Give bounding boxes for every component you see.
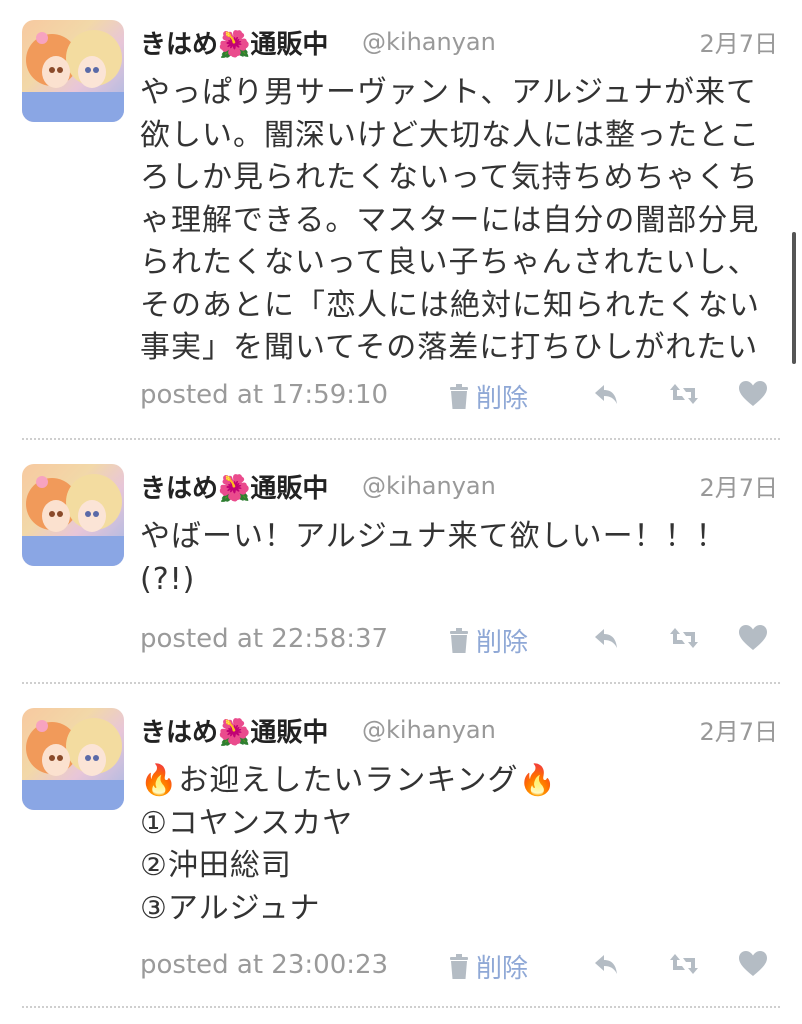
tweet-text: やっぱり男サーヴァント、アルジュナが来て 欲しい。闇深いけど大切な人には整ったと… — [140, 72, 776, 370]
delete-label: 削除 — [476, 628, 529, 658]
reply-icon — [595, 955, 617, 974]
user-handle[interactable]: @kihanyan — [362, 28, 496, 56]
reply-icon — [595, 629, 617, 648]
trash-icon — [450, 953, 468, 979]
like-button[interactable] — [738, 380, 768, 412]
avatar-image — [22, 718, 124, 810]
divider — [22, 682, 780, 684]
tweet-header: きはめ🌺通販中 @kihanyan 2月7日 — [140, 22, 778, 62]
tweet-text-line: られたくないって良い子ちゃんされたいし、 — [140, 245, 759, 280]
retweet-button[interactable] — [668, 950, 700, 982]
retweet-button[interactable] — [668, 380, 700, 412]
tweet-meta: posted at 22:58:37 削除 — [140, 620, 778, 660]
tweet-text-line: ①コヤンスカヤ — [140, 805, 354, 841]
tweet-header: きはめ🌺通販中 @kihanyan 2月7日 — [140, 466, 778, 506]
tweet-text-line: 事実」を聞いてその落差に打ちひしがれたい — [140, 330, 759, 365]
delete-button[interactable]: 削除 — [448, 378, 528, 415]
delete-button[interactable]: 削除 — [448, 622, 528, 659]
tweet-meta: posted at 23:00:23 削除 — [140, 946, 778, 986]
delete-button[interactable]: 削除 — [448, 948, 528, 985]
tweet-text-line: そのあとに「恋人には絶対に知られたくない — [140, 287, 760, 323]
user-handle[interactable]: @kihanyan — [362, 472, 496, 500]
reply-button[interactable] — [592, 380, 620, 412]
heart-icon — [739, 951, 767, 976]
delete-label: 削除 — [476, 954, 529, 984]
tweet-text-line: (?!) — [140, 561, 196, 597]
display-name[interactable]: きはめ🌺通販中 — [140, 468, 328, 505]
posted-timestamp: posted at 23:00:23 — [140, 950, 389, 980]
tweet-text: やばーい！アルジュナ来て欲しいー！！！ (?!) — [140, 516, 776, 601]
tweet-header: きはめ🌺通販中 @kihanyan 2月7日 — [140, 710, 778, 750]
posted-timestamp: posted at 17:59:10 — [140, 380, 389, 410]
posted-timestamp: posted at 22:58:37 — [140, 624, 389, 654]
divider — [22, 1006, 780, 1008]
tweet-meta: posted at 17:59:10 削除 — [140, 376, 778, 416]
scrollbar[interactable] — [792, 232, 796, 364]
avatar[interactable] — [22, 464, 124, 566]
tweet-text-line: やっぱり男サーヴァント、アルジュナが来て — [140, 75, 757, 110]
delete-label: 削除 — [476, 384, 529, 414]
like-button[interactable] — [738, 950, 768, 982]
avatar[interactable] — [22, 708, 124, 810]
tweet-text-line: ゃ理解できる。マスターには自分の闇部分見 — [140, 202, 760, 238]
reply-button[interactable] — [592, 624, 620, 656]
tweet-date[interactable]: 2月7日 — [699, 712, 778, 747]
trash-icon — [450, 627, 468, 653]
avatar[interactable] — [22, 20, 124, 122]
retweet-button[interactable] — [668, 624, 700, 656]
heart-icon — [739, 381, 767, 406]
display-name[interactable]: きはめ🌺通販中 — [140, 24, 328, 61]
retweet-icon — [670, 628, 698, 648]
retweet-icon — [670, 954, 698, 974]
tweet-date[interactable]: 2月7日 — [699, 24, 778, 59]
tweet-text-line: ②沖田総司 — [140, 848, 292, 883]
avatar-image — [22, 474, 124, 566]
reply-icon — [595, 385, 617, 404]
tweet-text-line: ③アルジュナ — [140, 890, 321, 926]
divider — [22, 438, 780, 440]
tweet-text-line: やばーい！アルジュナ来て欲しいー！！！ — [140, 519, 727, 554]
heart-icon — [739, 625, 767, 650]
like-button[interactable] — [738, 624, 768, 656]
tweet-text: 🔥お迎えしたいランキング🔥 ①コヤンスカヤ ②沖田総司 ③アルジュナ — [140, 760, 776, 930]
trash-icon — [450, 383, 468, 409]
retweet-icon — [670, 384, 698, 404]
tweet-text-line: 欲しい。闇深いけど大切な人には整ったとこ — [140, 117, 760, 153]
user-handle[interactable]: @kihanyan — [362, 716, 496, 744]
tweet-text-line: 🔥お迎えしたいランキング🔥 — [140, 763, 557, 798]
tweet-text-line: ろしか見られたくないって気持ちめちゃくち — [140, 160, 759, 195]
tweet-date[interactable]: 2月7日 — [699, 468, 778, 503]
avatar-image — [22, 30, 124, 122]
display-name[interactable]: きはめ🌺通販中 — [140, 712, 328, 749]
reply-button[interactable] — [592, 950, 620, 982]
